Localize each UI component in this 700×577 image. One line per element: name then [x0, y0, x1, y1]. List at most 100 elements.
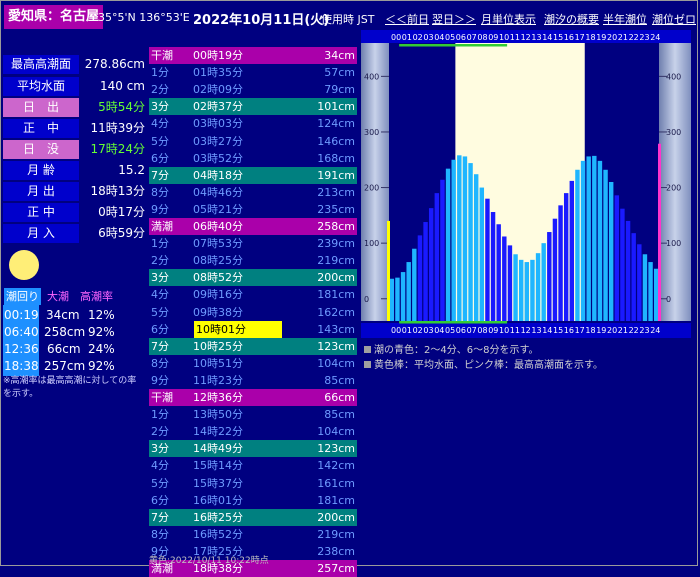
tide-list-label: 6分 [151, 493, 169, 507]
tide-list-height: 123cm [317, 442, 355, 456]
info-row-sunrise: 日 出 5時54分 [3, 98, 145, 117]
next-day-link[interactable]: 翌日＞＞ [432, 11, 476, 27]
tide-list-height: 79cm [324, 83, 355, 97]
tide-list-row: 3分 02時37分 101cm [149, 98, 357, 116]
tide-bar [580, 160, 586, 321]
tide-list-height: 124cm [317, 117, 355, 131]
tide-list-row: 1分 01時35分 57cm [149, 64, 357, 81]
tide-list-height: 168cm [317, 151, 355, 165]
tide-bar [586, 156, 591, 321]
tide-list-row: 6分 03時52分 168cm [149, 150, 357, 167]
tide-zero-link[interactable]: 潮位ゼロ [652, 11, 696, 27]
hour-label: 23 [639, 33, 649, 42]
tide-bar [563, 193, 569, 321]
moon-phase-icon [9, 250, 39, 280]
y-tick-label: 300 [666, 128, 681, 137]
tide-list-label: 干潮 [151, 391, 173, 404]
tide-list-time: 10時51分 [193, 356, 243, 370]
tide-bar [642, 254, 648, 321]
info-label: 月 出 [3, 182, 79, 201]
schedule-pct: 92% [88, 359, 115, 373]
hour-label: 18 [585, 326, 595, 335]
tide-overview-link[interactable]: 潮汐の概要 [544, 11, 599, 27]
tide-list-row: 干潮 12時36分 66cm [149, 389, 357, 406]
tide-list-label: 4分 [151, 288, 169, 302]
tide-list-label: 6分 [151, 322, 169, 336]
tide-bar [552, 218, 558, 321]
prev-day-link[interactable]: ＜＜前日 [385, 11, 429, 27]
tide-list-label: 満潮 [151, 220, 173, 233]
tide-list-row: 7分 10時25分 123cm [149, 337, 357, 355]
info-label: 月 入 [3, 224, 79, 243]
info-label: 正 中 [3, 119, 79, 138]
tide-list-height: 57cm [324, 66, 355, 80]
tide-list-label: 8分 [151, 185, 169, 199]
tide-list-row: 2分 02時09分 79cm [149, 81, 357, 98]
tide-bar [417, 235, 423, 321]
tide-list-height: 257cm [317, 562, 355, 575]
tide-list-time: 14時22分 [193, 425, 243, 439]
tide-list-row: 8分 04時46分 213cm [149, 184, 357, 201]
tide-list-row: 4分 15時14分 142cm [149, 457, 357, 474]
tide-list-time: 01時35分 [193, 66, 243, 80]
hour-label: 05 [445, 33, 455, 42]
tide-list-height: 143cm [317, 322, 355, 336]
y-axis-panel-right [659, 43, 691, 321]
tide-list-time: 05時21分 [193, 202, 243, 216]
tide-list-label: 1分 [151, 408, 169, 422]
tide-bar [614, 195, 620, 321]
current-time-footnote: 黄色:2022/10/11 10:22時点 [149, 556, 269, 566]
hour-label: 24 [650, 33, 660, 42]
tide-list-time: 04時46分 [193, 185, 243, 199]
tide-list-time: 07時53分 [193, 237, 243, 251]
info-value: 5時54分 [98, 100, 145, 114]
y-tick-label: 0 [364, 295, 369, 304]
tide-bar [524, 262, 530, 321]
y-tick-label: 300 [364, 128, 379, 137]
tide-bar [485, 198, 490, 321]
monthly-view-link[interactable]: 月単位表示 [481, 11, 536, 27]
tide-list-time: 08時52分 [193, 271, 243, 285]
info-row-sun-transit: 正 中 11時39分 [3, 119, 145, 138]
tide-list-time: 06時40分 [193, 220, 243, 233]
info-label: 最高高潮面 [3, 55, 79, 74]
tide-list-height: 101cm [317, 100, 355, 114]
tide-list-label: 5分 [151, 134, 169, 148]
tide-list-row: 6分 10時01分 143cm [149, 320, 357, 338]
tide-list-height: 238cm [317, 544, 355, 558]
tide-bar [518, 259, 524, 321]
tide-list-time: 03時27分 [193, 134, 243, 148]
tide-list-height: 161cm [317, 476, 355, 490]
tide-list-row: 3分 14時49分 123cm [149, 440, 357, 458]
tide-list-height: 104cm [317, 425, 355, 439]
tide-list-time: 09時16分 [193, 288, 243, 302]
tide-list-row: 7分 04時18分 191cm [149, 166, 357, 184]
tide-bar [513, 254, 518, 321]
tide-schedule-header: 潮回り 大潮 高潮率 [3, 288, 143, 305]
hour-label: 04 [434, 326, 444, 335]
tide-bar [423, 222, 428, 321]
hour-label: 13 [531, 326, 541, 335]
tide-list-height: 146cm [317, 134, 355, 148]
y-tick-label: 400 [364, 72, 379, 81]
tide-list-height: 200cm [317, 271, 355, 285]
tide-bar [445, 168, 451, 321]
info-value: 140 cm [99, 79, 145, 93]
info-label: 平均水面 [3, 77, 79, 96]
hour-label: 00 [391, 33, 401, 42]
tide-list-time: 16時52分 [193, 527, 243, 541]
tide-bar [603, 169, 608, 321]
hour-label: 08 [477, 33, 487, 42]
timezone-label: 使用時 JST [321, 13, 375, 26]
tide-bar [395, 277, 400, 321]
tide-bar [434, 193, 440, 321]
half-year-tide-link[interactable]: 半年潮位 [603, 11, 647, 27]
tide-bar [389, 278, 395, 321]
tide-list-label: 3分 [151, 100, 169, 114]
tide-list-row: 9分 05時21分 235cm [149, 201, 357, 218]
tide-bar [479, 187, 485, 321]
hour-label: 20 [607, 33, 617, 42]
tide-list-label: 6分 [151, 151, 169, 165]
tide-bar [490, 212, 496, 321]
hour-label: 07 [467, 33, 477, 42]
